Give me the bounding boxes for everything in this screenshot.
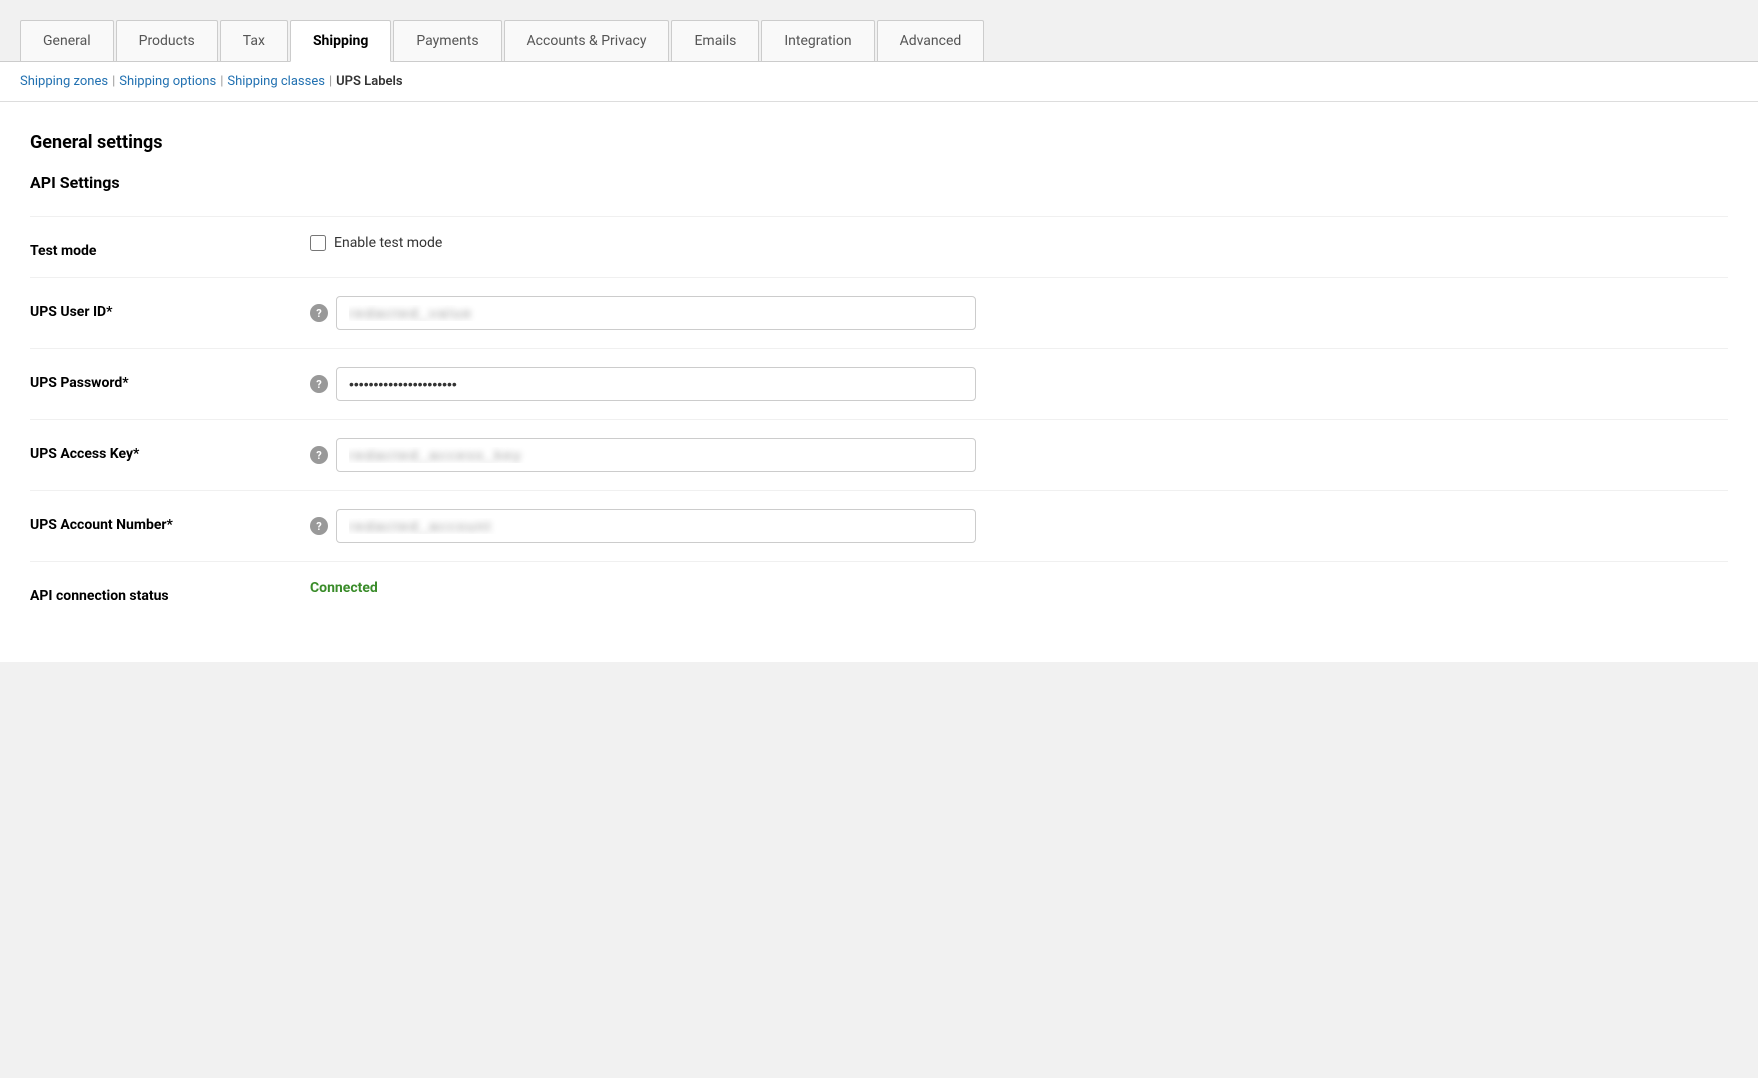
test-mode-control: Enable test mode	[310, 235, 1728, 251]
test-mode-checkbox-row: Enable test mode	[310, 235, 442, 251]
api-connection-status-row: API connection status Connected	[30, 561, 1728, 622]
general-settings-title: General settings	[30, 132, 1728, 153]
separator-3: |	[329, 74, 332, 89]
tab-accounts-privacy[interactable]: Accounts & Privacy	[504, 20, 670, 61]
test-mode-checkbox-label: Enable test mode	[334, 235, 442, 251]
subnav-shipping-options[interactable]: Shipping options	[119, 74, 216, 89]
ups-password-help-icon[interactable]: ?	[310, 375, 328, 393]
test-mode-checkbox[interactable]	[310, 235, 326, 251]
subnav-shipping-classes[interactable]: Shipping classes	[227, 74, 325, 89]
ups-account-number-row: UPS Account Number* ?	[30, 490, 1728, 561]
ups-access-key-help-icon[interactable]: ?	[310, 446, 328, 464]
ups-account-number-control: ?	[310, 509, 1728, 543]
ups-account-number-label: UPS Account Number*	[30, 509, 310, 533]
ups-password-row: UPS Password* ?	[30, 348, 1728, 419]
ups-user-id-control: ?	[310, 296, 1728, 330]
ups-user-id-help-icon[interactable]: ?	[310, 304, 328, 322]
tab-advanced[interactable]: Advanced	[877, 20, 985, 61]
tab-general[interactable]: General	[20, 20, 114, 61]
tab-emails[interactable]: Emails	[671, 20, 759, 61]
tab-products[interactable]: Products	[116, 20, 218, 61]
ups-user-id-label: UPS User ID*	[30, 296, 310, 320]
api-connection-status-label: API connection status	[30, 580, 310, 604]
ups-account-number-input[interactable]	[336, 509, 976, 543]
ups-password-control: ?	[310, 367, 1728, 401]
subnav-shipping-zones[interactable]: Shipping zones	[20, 74, 108, 89]
tab-tax[interactable]: Tax	[220, 20, 288, 61]
ups-user-id-input[interactable]	[336, 296, 976, 330]
api-connection-status-value: Connected	[310, 580, 378, 596]
ups-password-input[interactable]	[336, 367, 976, 401]
ups-user-id-row: UPS User ID* ?	[30, 277, 1728, 348]
subnav-ups-labels: UPS Labels	[336, 74, 402, 89]
tab-payments[interactable]: Payments	[393, 20, 501, 61]
api-settings-title: API Settings	[30, 173, 1728, 192]
tab-shipping[interactable]: Shipping	[290, 20, 391, 62]
ups-access-key-label: UPS Access Key*	[30, 438, 310, 462]
ups-password-label: UPS Password*	[30, 367, 310, 391]
ups-account-number-help-icon[interactable]: ?	[310, 517, 328, 535]
main-content: General settings API Settings Test mode …	[0, 102, 1758, 662]
tab-integration[interactable]: Integration	[761, 20, 874, 61]
ups-access-key-row: UPS Access Key* ?	[30, 419, 1728, 490]
separator-2: |	[220, 74, 223, 89]
page-wrapper: General Products Tax Shipping Payments A…	[0, 0, 1758, 1078]
api-connection-status-control: Connected	[310, 580, 1728, 596]
test-mode-row: Test mode Enable test mode	[30, 216, 1728, 277]
sub-nav: Shipping zones | Shipping options | Ship…	[0, 62, 1758, 102]
separator-1: |	[112, 74, 115, 89]
test-mode-label: Test mode	[30, 235, 310, 259]
ups-access-key-input[interactable]	[336, 438, 976, 472]
tab-bar: General Products Tax Shipping Payments A…	[0, 0, 1758, 62]
ups-access-key-control: ?	[310, 438, 1728, 472]
